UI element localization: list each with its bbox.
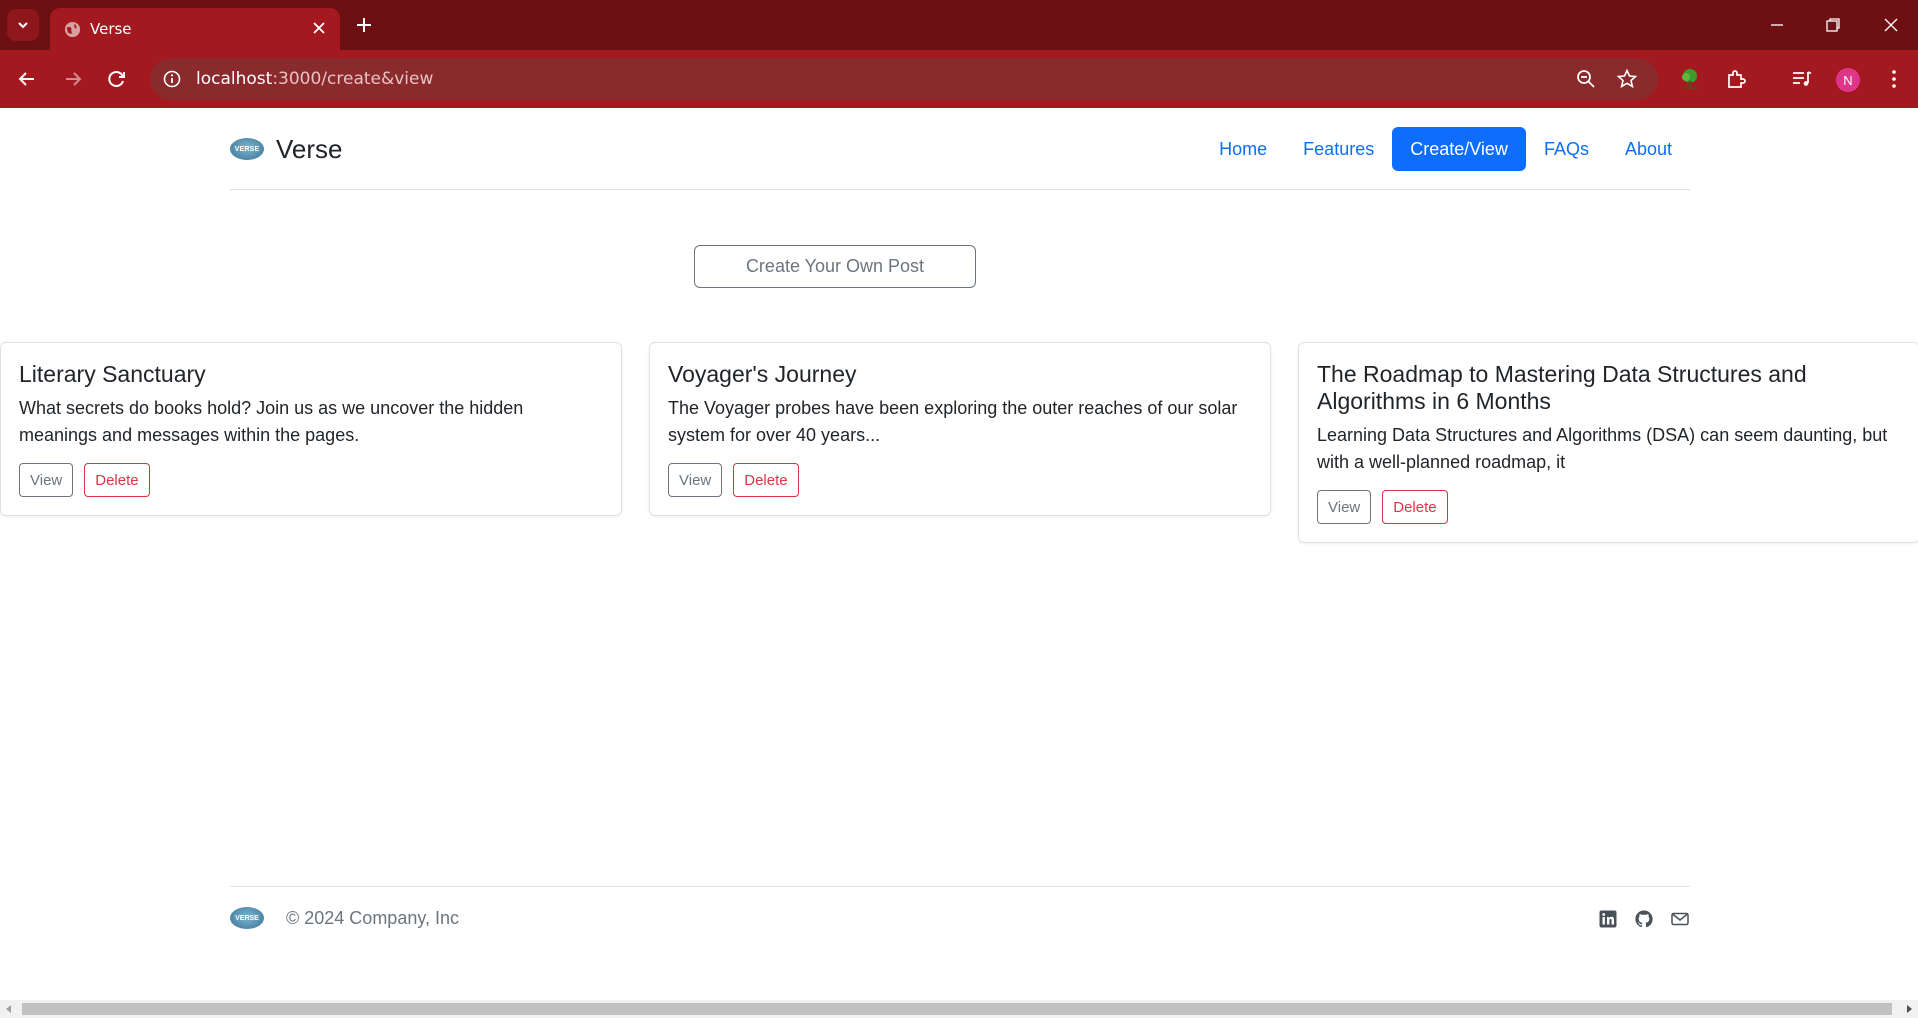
delete-post-button[interactable]: Delete <box>1382 490 1448 524</box>
profile-avatar[interactable]: N <box>1836 68 1860 92</box>
brand-logo[interactable]: VERSE <box>230 138 264 160</box>
browser-tab-bar: Verse <box>0 0 1918 50</box>
post-actions: View Delete <box>1317 490 1901 524</box>
zoom-icon[interactable] <box>1575 68 1597 90</box>
view-post-button[interactable]: View <box>19 463 74 497</box>
address-bar[interactable]: localhost:3000/create&view <box>150 58 1658 100</box>
post-card: The Roadmap to Mastering Data Structures… <box>1298 342 1918 543</box>
close-icon[interactable] <box>310 19 328 37</box>
window-close-icon[interactable] <box>1880 14 1902 36</box>
brand-name[interactable]: Verse <box>276 134 343 165</box>
bookmark-star-icon[interactable] <box>1616 68 1638 90</box>
site-header: VERSE Verse Home Features Create/View FA… <box>230 108 1690 190</box>
post-title: The Roadmap to Mastering Data Structures… <box>1317 361 1807 414</box>
globe-icon <box>64 21 81 38</box>
post-excerpt: What secrets do books hold? Join us as w… <box>19 398 524 445</box>
post-excerpt: Learning Data Structures and Algorithms … <box>1317 425 1888 472</box>
minimize-icon[interactable] <box>1766 14 1788 36</box>
nav-link-features[interactable]: Features <box>1285 127 1392 171</box>
browser-tab-active[interactable]: Verse <box>50 8 340 50</box>
post-actions: View Delete <box>19 463 603 497</box>
page-viewport: VERSE Verse Home Features Create/View FA… <box>0 108 1918 1000</box>
new-tab-plus-icon[interactable] <box>352 13 376 37</box>
github-icon[interactable] <box>1634 909 1654 929</box>
site-footer: VERSE © 2024 Company, Inc <box>230 886 1690 966</box>
mail-icon[interactable] <box>1670 909 1690 929</box>
post-title: Voyager's Journey <box>668 361 857 387</box>
url-text: localhost:3000/create&view <box>196 69 434 89</box>
linkedin-icon[interactable] <box>1598 909 1618 929</box>
media-queue-icon[interactable] <box>1790 67 1814 91</box>
post-excerpt: The Voyager probes have been exploring t… <box>668 398 1238 445</box>
view-post-button[interactable]: View <box>1317 490 1372 524</box>
restore-icon[interactable] <box>1822 14 1844 36</box>
tab-search-button[interactable] <box>7 9 39 41</box>
extensions-puzzle-icon[interactable] <box>1724 67 1748 91</box>
nav-link-home[interactable]: Home <box>1201 127 1285 171</box>
post-actions: View Delete <box>668 463 1252 497</box>
scrollbar-thumb[interactable] <box>22 1003 1892 1015</box>
copyright-text: © 2024 Company, Inc <box>286 908 460 928</box>
view-post-button[interactable]: View <box>668 463 723 497</box>
scroll-right-arrow-icon[interactable] <box>1904 1004 1914 1014</box>
nav-link-faqs[interactable]: FAQs <box>1526 127 1607 171</box>
forward-arrow-icon[interactable] <box>60 66 86 92</box>
nav-link-create-view[interactable]: Create/View <box>1392 127 1526 171</box>
nav-link-about[interactable]: About <box>1607 127 1690 171</box>
footer-logo[interactable]: VERSE <box>230 907 264 929</box>
post-title: Literary Sanctuary <box>19 361 206 387</box>
reload-icon[interactable] <box>104 66 130 92</box>
post-card: Literary Sanctuary What secrets do books… <box>0 342 622 516</box>
main-nav: Home Features Create/View FAQs About <box>1201 127 1690 171</box>
create-post-button[interactable]: Create Your Own Post <box>694 245 976 288</box>
horizontal-scrollbar[interactable] <box>0 1000 1918 1018</box>
scroll-left-arrow-icon[interactable] <box>4 1004 14 1014</box>
post-card: Voyager's Journey The Voyager probes hav… <box>649 342 1271 516</box>
delete-post-button[interactable]: Delete <box>84 463 150 497</box>
back-arrow-icon[interactable] <box>14 66 40 92</box>
more-menu-icon[interactable] <box>1882 67 1906 91</box>
delete-post-button[interactable]: Delete <box>733 463 799 497</box>
tab-title: Verse <box>90 20 132 38</box>
chevron-down-icon <box>18 22 28 29</box>
browser-toolbar: localhost:3000/create&view <box>0 50 1918 140</box>
site-info-icon[interactable] <box>162 69 182 89</box>
tree-extension-icon[interactable] <box>1678 67 1702 91</box>
